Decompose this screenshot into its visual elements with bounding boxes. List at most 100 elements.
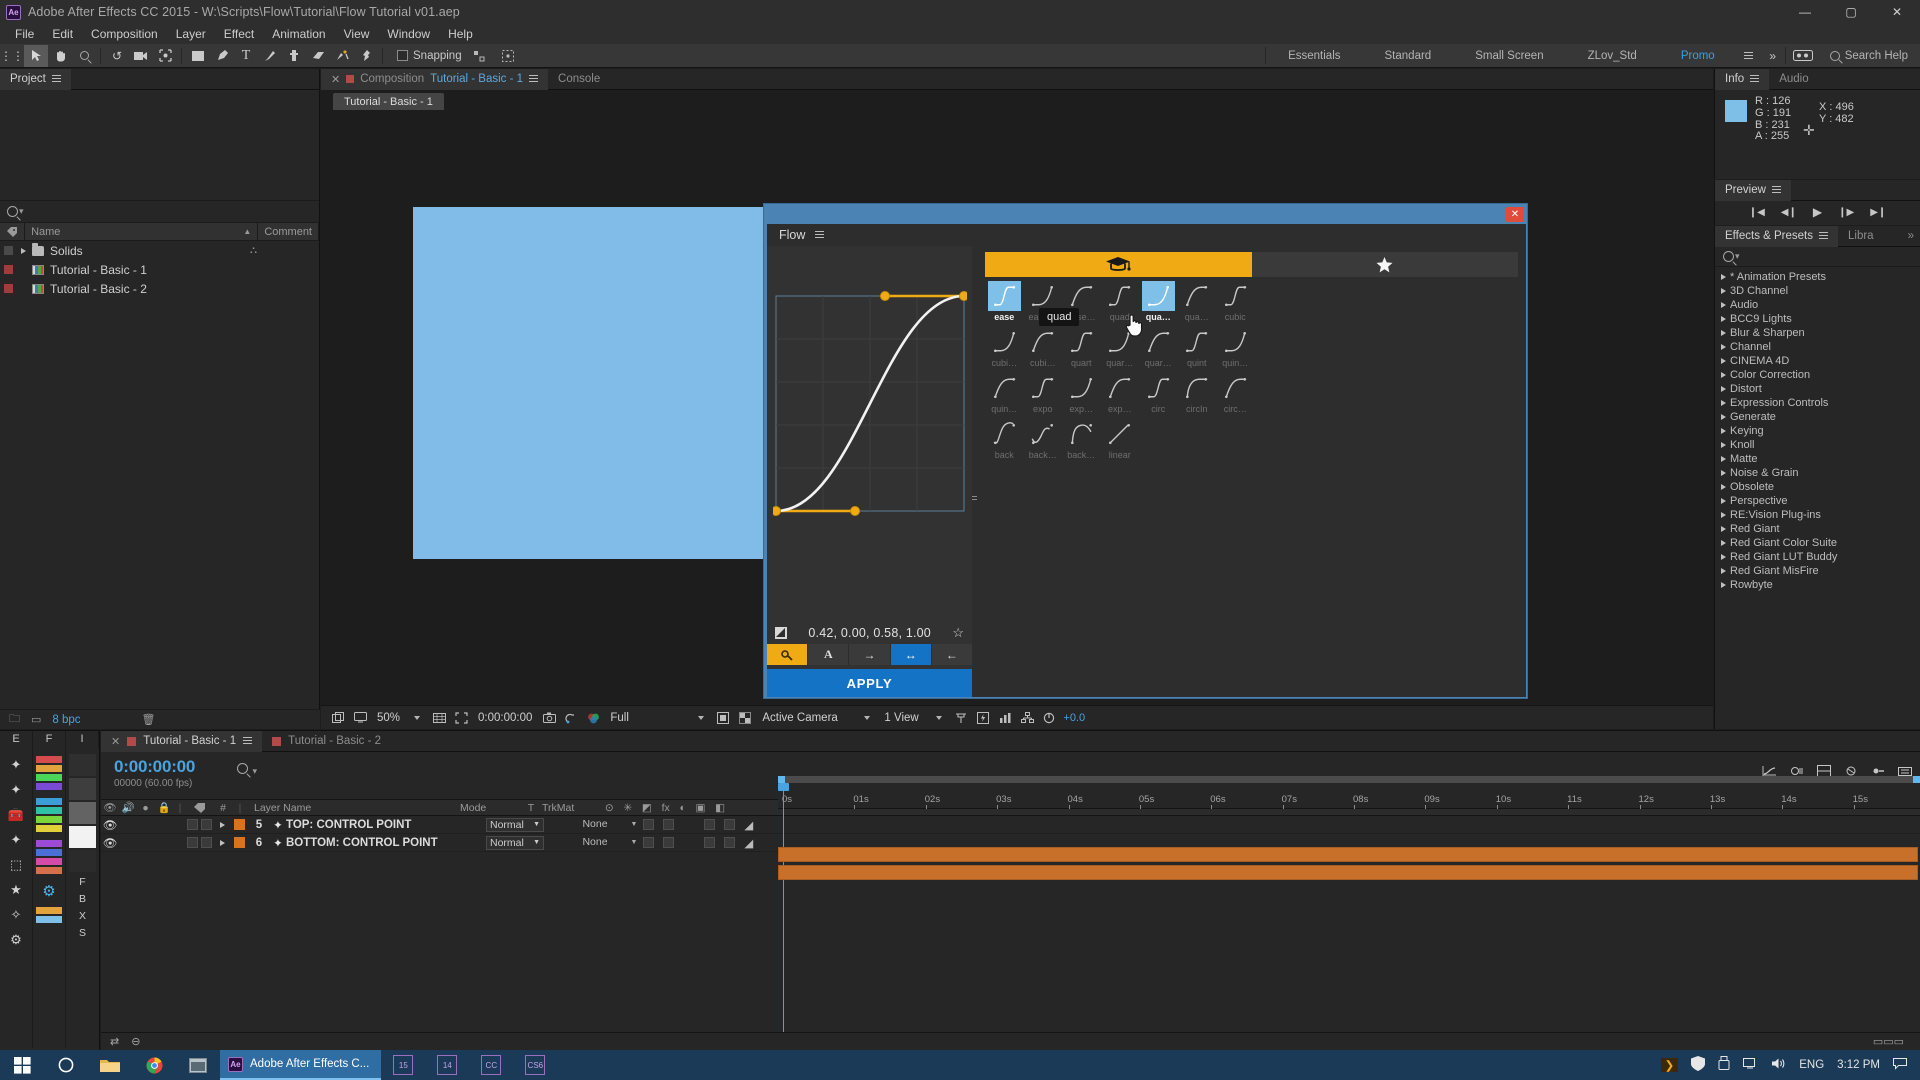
col-layer-name[interactable]: Layer Name bbox=[246, 800, 456, 816]
ease-in-button[interactable]: ← bbox=[931, 644, 973, 665]
workspace-promo[interactable]: Promo bbox=[1659, 44, 1737, 68]
effects-category-row[interactable]: Knoll bbox=[1715, 438, 1920, 452]
ease-both-button[interactable]: ↔ bbox=[890, 644, 932, 665]
disclosure-triangle-icon[interactable] bbox=[1721, 414, 1726, 420]
fast-previews-icon[interactable] bbox=[972, 707, 994, 729]
layer-switch-box-2[interactable] bbox=[201, 837, 212, 848]
brush-tool-icon[interactable] bbox=[258, 45, 282, 67]
preset-curve-thumbnail-icon[interactable] bbox=[1218, 373, 1252, 403]
taskbar-after-effects-button[interactable]: Ae Adobe After Effects C... bbox=[220, 1050, 382, 1080]
disclosure-triangle-icon[interactable] bbox=[1721, 400, 1726, 406]
menu-view[interactable]: View bbox=[335, 25, 379, 43]
gradient-swatch-1[interactable] bbox=[69, 754, 96, 776]
star-tool-icon-4[interactable]: ★ bbox=[0, 877, 32, 902]
region-of-interest-icon[interactable] bbox=[450, 707, 472, 729]
effects-category-row[interactable]: Red Giant bbox=[1715, 522, 1920, 536]
tray-clock[interactable]: 3:12 PM bbox=[1837, 1059, 1880, 1071]
menu-window[interactable]: Window bbox=[378, 25, 439, 43]
preset-curve-thumbnail-icon[interactable] bbox=[1026, 419, 1060, 449]
star-tool-icon-2[interactable]: ✦ bbox=[0, 777, 32, 802]
preset-curve-thumbnail-icon[interactable] bbox=[1218, 281, 1252, 311]
disclosure-triangle-icon[interactable] bbox=[1721, 498, 1726, 504]
preset-curve-thumbnail-icon[interactable] bbox=[1026, 327, 1060, 357]
tab-preview[interactable]: Preview bbox=[1715, 179, 1791, 201]
menu-effect[interactable]: Effect bbox=[215, 25, 263, 43]
menu-composition[interactable]: Composition bbox=[82, 25, 167, 43]
effects-presets-overflow-icon[interactable]: » bbox=[1902, 226, 1920, 247]
workspace-small-screen[interactable]: Small Screen bbox=[1453, 44, 1565, 68]
tab-libraries[interactable]: Libra bbox=[1838, 226, 1884, 247]
effects-category-row[interactable]: Generate bbox=[1715, 410, 1920, 424]
subtab-tutorial-basic-1[interactable]: Tutorial - Basic - 1 bbox=[333, 93, 444, 110]
tool-letter-f[interactable]: F bbox=[66, 874, 99, 891]
always-preview-icon[interactable] bbox=[327, 707, 349, 729]
project-search-icon[interactable] bbox=[7, 206, 18, 217]
text-tool-icon[interactable]: T bbox=[234, 45, 258, 67]
apply-button[interactable]: APPLY bbox=[767, 669, 972, 697]
snapping-checkbox[interactable] bbox=[397, 50, 408, 61]
snap-align-icon[interactable] bbox=[467, 45, 491, 67]
play-icon[interactable]: ▶ bbox=[1813, 205, 1822, 219]
preset-cell[interactable]: qua… bbox=[1178, 281, 1217, 327]
gradient-swatch-4[interactable] bbox=[69, 826, 96, 848]
gear-icon[interactable]: ⚙ bbox=[33, 878, 65, 903]
channels-icon[interactable] bbox=[582, 707, 604, 729]
views-value[interactable]: 1 View bbox=[878, 712, 928, 724]
preset-curve-thumbnail-icon[interactable] bbox=[1180, 327, 1214, 357]
star-tool-icon-3[interactable]: ✦ bbox=[0, 827, 32, 852]
layer-label-color[interactable] bbox=[233, 837, 245, 848]
search-help-control[interactable]: Search Help bbox=[1820, 50, 1920, 62]
camera-tool-icon[interactable] bbox=[129, 45, 153, 67]
preset-curve-thumbnail-icon[interactable] bbox=[1103, 281, 1137, 311]
flow-dialog-titlebar[interactable]: ✕ bbox=[764, 204, 1527, 224]
effects-category-row[interactable]: BCC9 Lights bbox=[1715, 312, 1920, 326]
sync-settings-icon[interactable] bbox=[1786, 45, 1820, 67]
preset-curve-thumbnail-icon[interactable] bbox=[1141, 327, 1175, 357]
layer-visibility-icon[interactable]: 👁 bbox=[101, 817, 119, 833]
disclosure-triangle-icon[interactable] bbox=[1721, 386, 1726, 392]
pan-behind-tool-icon[interactable] bbox=[153, 45, 177, 67]
timeline-zoom-slider[interactable]: ▭▭▭ bbox=[1873, 1035, 1904, 1048]
preset-curve-thumbnail-icon[interactable] bbox=[1103, 373, 1137, 403]
disclosure-triangle-icon[interactable] bbox=[1721, 568, 1726, 574]
preset-curve-thumbnail-icon[interactable] bbox=[987, 419, 1021, 449]
disclosure-triangle-icon[interactable] bbox=[1721, 358, 1726, 364]
gradient-swatch-3[interactable] bbox=[69, 802, 96, 824]
flow-close-button[interactable]: ✕ bbox=[1506, 206, 1524, 222]
transparency-grid-icon[interactable] bbox=[734, 707, 756, 729]
exposure-reset-icon[interactable] bbox=[1038, 707, 1060, 729]
effects-presets-search[interactable]: ▾ bbox=[1715, 247, 1920, 267]
timeline-playhead[interactable] bbox=[778, 783, 789, 1051]
tab-audio[interactable]: Audio bbox=[1769, 69, 1818, 90]
roto-brush-tool-icon[interactable] bbox=[330, 45, 354, 67]
col-mode[interactable]: Mode bbox=[456, 800, 522, 816]
col-t[interactable]: T bbox=[522, 800, 540, 816]
keyframe-button[interactable] bbox=[767, 644, 809, 665]
effects-category-row[interactable]: Blur & Sharpen bbox=[1715, 326, 1920, 340]
zoom-tool-icon[interactable] bbox=[72, 45, 96, 67]
disclosure-triangle-icon[interactable] bbox=[1721, 302, 1726, 308]
timeline-layer-bar-6[interactable] bbox=[778, 865, 1918, 880]
preset-cell[interactable]: exp… bbox=[1101, 373, 1140, 419]
prev-frame-icon[interactable]: ◀❙ bbox=[1781, 207, 1797, 218]
timeline-current-time[interactable]: 0:00:00:00 bbox=[114, 757, 231, 777]
cortana-icon[interactable] bbox=[44, 1050, 88, 1080]
workspace-zlov-std[interactable]: ZLov_Std bbox=[1566, 44, 1659, 68]
effects-category-row[interactable]: 3D Channel bbox=[1715, 284, 1920, 298]
preset-cell[interactable]: cubi… bbox=[1024, 327, 1063, 373]
tab-standard-presets[interactable] bbox=[985, 252, 1252, 277]
preset-curve-thumbnail-icon[interactable] bbox=[1026, 373, 1060, 403]
effects-category-row[interactable]: CINEMA 4D bbox=[1715, 354, 1920, 368]
camera-value[interactable]: Active Camera bbox=[756, 712, 856, 724]
preset-curve-thumbnail-icon[interactable] bbox=[1103, 419, 1137, 449]
comp-flowchart-icon[interactable] bbox=[1016, 707, 1038, 729]
preset-curve-thumbnail-icon[interactable] bbox=[1218, 327, 1252, 357]
disclosure-triangle-icon[interactable] bbox=[1721, 456, 1726, 462]
preview-menu-icon[interactable] bbox=[1771, 186, 1781, 194]
timeline-tab-tutorial-basic-1[interactable]: ✕ Tutorial - Basic - 1 bbox=[101, 730, 263, 752]
resolution-value[interactable]: Full bbox=[604, 712, 690, 724]
disclosure-triangle-icon[interactable] bbox=[1721, 526, 1726, 532]
star-tool-icon-5[interactable]: ✧ bbox=[0, 902, 32, 927]
menu-layer[interactable]: Layer bbox=[167, 25, 215, 43]
disclosure-triangle-icon[interactable] bbox=[1721, 582, 1726, 588]
